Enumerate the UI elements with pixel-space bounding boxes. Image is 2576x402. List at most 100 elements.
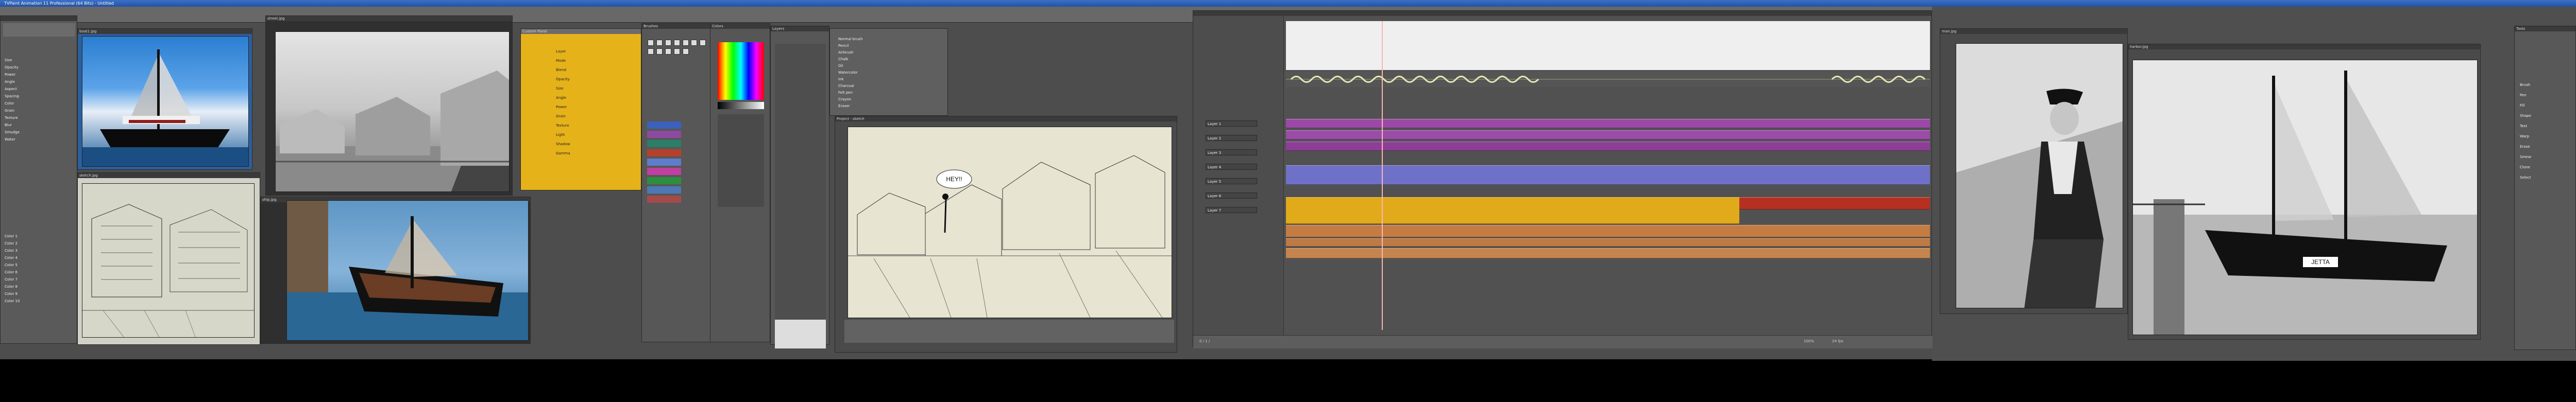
brush-list-item-4[interactable]: Oil (838, 64, 936, 68)
brush-preset-icon[interactable] (673, 48, 680, 55)
yellow-row-11[interactable]: Gamma (556, 151, 633, 155)
left-panel-row-5[interactable]: Spacing (5, 94, 72, 98)
right-tool-row-8[interactable]: Clone (2520, 165, 2569, 169)
brush-color-chip[interactable] (647, 177, 681, 184)
right-tool-row-1[interactable]: Pen (2520, 93, 2569, 97)
left-panel-row-2[interactable]: Power (5, 73, 72, 77)
brush-color-chip[interactable] (647, 168, 681, 175)
timeline-layer-label-2[interactable]: Layer 3 (1206, 149, 1257, 155)
brush-preset-icon[interactable] (682, 48, 689, 55)
timeline-layer-label-4[interactable]: Layer 5 (1206, 178, 1257, 184)
timeline-layer-label-6[interactable]: Layer 7 (1206, 207, 1257, 213)
timeline-layer-label-3[interactable]: Layer 4 (1206, 164, 1257, 170)
yellow-row-7[interactable]: Grain (556, 114, 633, 118)
brush-preset-icon[interactable] (656, 40, 663, 46)
brush-color-chip[interactable] (647, 159, 681, 166)
yellow-row-8[interactable]: Texture (556, 124, 633, 128)
left-color-row-8[interactable]: Color 9 (5, 292, 72, 296)
playhead-line[interactable] (1382, 21, 1383, 330)
yellow-row-0[interactable]: Layer (556, 49, 633, 54)
right-tool-row-4[interactable]: Text (2520, 124, 2569, 128)
color-gradient-strip[interactable] (718, 42, 764, 100)
colors-panel-titlebar: Colors (710, 24, 770, 29)
sketch-image-window[interactable]: sketch.jpg (77, 172, 260, 345)
brush-preset-icon[interactable] (656, 48, 663, 55)
brush-color-chip[interactable] (647, 131, 681, 138)
brush-preset-icon[interactable] (665, 40, 671, 46)
yellow-row-6[interactable]: Power (556, 105, 633, 109)
brush-list-item-10[interactable]: Eraser (838, 104, 936, 108)
orange-track-red[interactable] (1739, 197, 1930, 209)
left-panel-row-7[interactable]: Grain (5, 109, 72, 113)
timeline-layer-label-5[interactable]: Layer 6 (1206, 193, 1257, 199)
canvas-window[interactable]: Project - sketch HEY!! (835, 116, 1177, 353)
yellow-row-10[interactable]: Shadow (556, 142, 633, 146)
ship-image-window[interactable]: ship.jpg (260, 197, 531, 344)
left-panel-row-4[interactable]: Aspect (5, 87, 72, 91)
brush-list-item-2[interactable]: Airbrush (838, 50, 936, 55)
yellow-row-4[interactable]: Size (556, 86, 633, 91)
brush-preset-icon[interactable] (691, 40, 698, 46)
harbor-image-window[interactable]: harbor.jpg JETTA (2128, 44, 2481, 340)
left-color-row-9[interactable]: Color 10 (5, 299, 72, 303)
brush-list-item-3[interactable]: Chalk (838, 57, 936, 61)
timeline-layer-label-1[interactable]: Layer 2 (1206, 135, 1257, 141)
left-color-row-5[interactable]: Color 6 (5, 270, 72, 274)
canvas-drawing[interactable]: HEY!! (848, 127, 1172, 318)
left-color-row-0[interactable]: Color 1 (5, 234, 72, 238)
left-color-row-3[interactable]: Color 4 (5, 256, 72, 260)
left-panel-row-6[interactable]: Color (5, 101, 72, 106)
brush-list-item-6[interactable]: Ink (838, 77, 936, 81)
left-panel-row-1[interactable]: Opacity (5, 65, 72, 69)
right-tool-row-6-label: Erase (2520, 145, 2530, 149)
left-panel-row-3[interactable]: Angle (5, 80, 72, 84)
yellow-row-2[interactable]: Blend (556, 68, 633, 72)
brush-list-item-0[interactable]: Normal brush (838, 37, 936, 41)
right-tool-row-0[interactable]: Brush (2520, 83, 2569, 87)
left-color-row-2[interactable]: Color 3 (5, 249, 72, 253)
right-tool-row-7[interactable]: Smear (2520, 155, 2569, 159)
left-panel-row-0[interactable]: Size (5, 58, 72, 62)
left-color-row-4[interactable]: Color 5 (5, 263, 72, 267)
brush-preset-icon[interactable] (665, 48, 671, 55)
brush-preset-icon[interactable] (648, 40, 654, 46)
brush-list-item-8[interactable]: Felt pen (838, 91, 936, 95)
brush-color-chip[interactable] (647, 149, 681, 156)
right-tool-row-6[interactable]: Erase (2520, 145, 2569, 149)
yellow-row-5[interactable]: Angle (556, 96, 633, 100)
brush-list-item-5[interactable]: Watercolor (838, 71, 936, 75)
man-image-window[interactable]: man.jpg (1940, 28, 2128, 314)
brush-list-item-7[interactable]: Charcoal (838, 84, 936, 88)
brush-color-chip[interactable] (647, 140, 681, 147)
right-tool-row-5[interactable]: Warp (2520, 134, 2569, 138)
left-panel-row-9[interactable]: Blur (5, 123, 72, 127)
brush-preset-icon[interactable] (700, 40, 706, 46)
brush-preset-icon[interactable] (682, 40, 689, 46)
left-panel-row-8[interactable]: Texture (5, 116, 72, 120)
left-color-row-1[interactable]: Color 2 (5, 241, 72, 246)
brush-preset-icon[interactable] (673, 40, 680, 46)
right-tool-row-2[interactable]: Fill (2520, 103, 2569, 108)
left-color-row-6[interactable]: Color 7 (5, 277, 72, 282)
right-tool-row-9[interactable]: Select (2520, 176, 2569, 180)
timeline-status-left: 0 / 1 / (1199, 339, 1241, 344)
brush-color-chip[interactable] (647, 121, 681, 129)
left-panel-row-10[interactable]: Smudge (5, 130, 72, 134)
street-image-window[interactable]: street.jpg (265, 15, 513, 196)
timeline-layer-label-0[interactable]: Layer 1 (1206, 120, 1257, 127)
boat-image-window[interactable]: boat1.jpg (77, 28, 252, 170)
left-color-row-7[interactable]: Color 8 (5, 285, 72, 289)
yellow-row-9[interactable]: Light (556, 133, 633, 137)
color-brightness-strip[interactable] (718, 102, 764, 109)
brush-list-item-1[interactable]: Pencil (838, 44, 936, 48)
yellow-row-3[interactable]: Opacity (556, 77, 633, 81)
left-panel-row-11[interactable]: Water (5, 137, 72, 142)
right-tool-row-3[interactable]: Shape (2520, 114, 2569, 118)
brush-color-chip[interactable] (647, 186, 681, 194)
brush-list-item-9[interactable]: Crayon (838, 97, 936, 101)
yellow-row-1[interactable]: Mode (556, 59, 633, 63)
brush-color-chip[interactable] (647, 196, 681, 203)
brush-preset-icon[interactable] (648, 48, 654, 55)
left-panel-row-5-label: Spacing (5, 94, 19, 98)
orange-track-main[interactable] (1286, 197, 1739, 224)
